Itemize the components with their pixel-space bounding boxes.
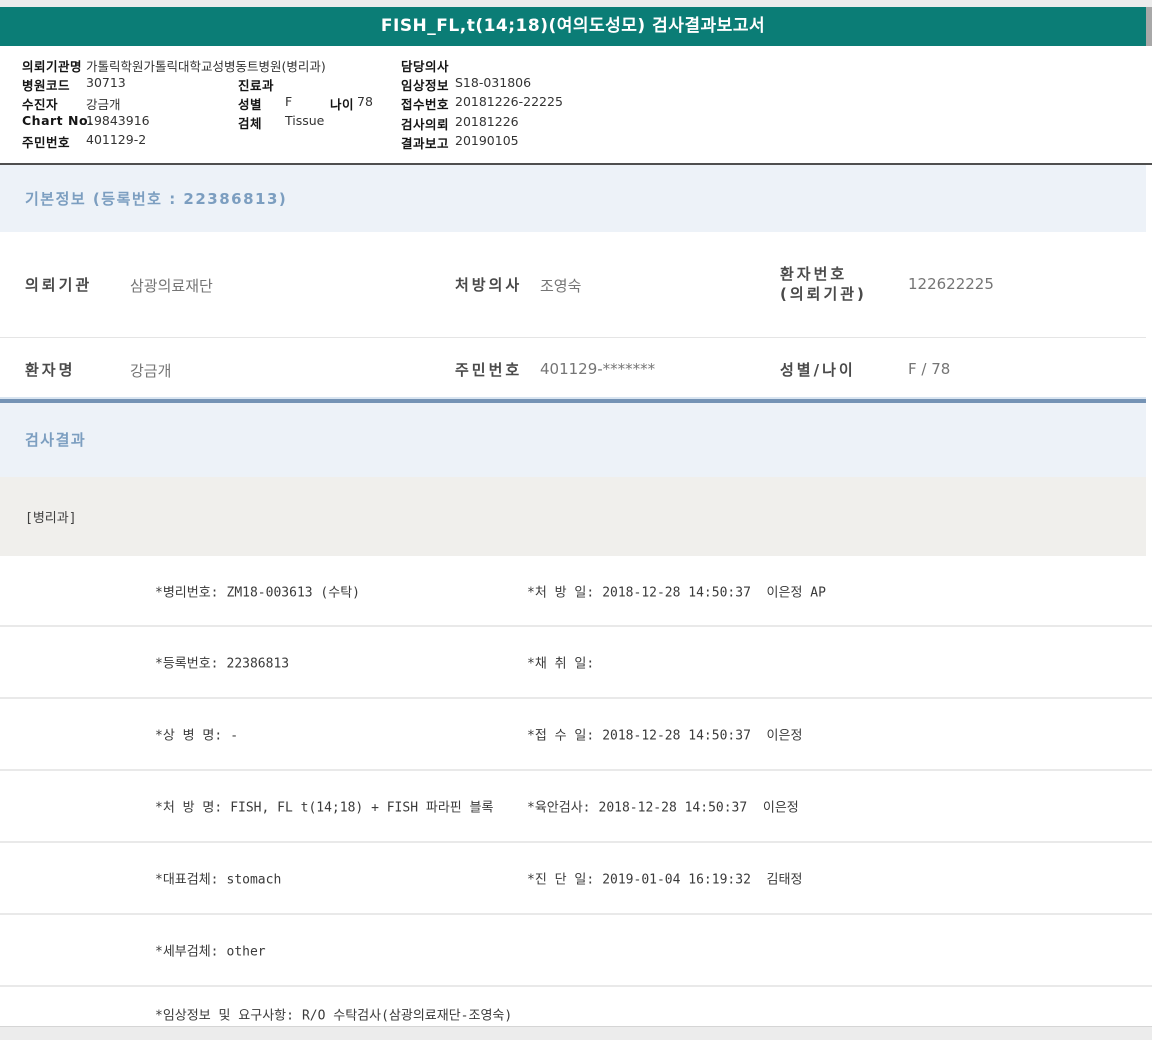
result-right-cell: *채 취 일: <box>527 653 602 672</box>
report-title: FISH_FL,t(14;18)(여의도성모) 검사결과보고서 <box>380 16 766 36</box>
field-value-clinical-info: S18-031806 <box>455 75 532 90</box>
table-label-patient-no-line1: 환자번호 <box>780 265 848 283</box>
field-label-clinical-info: 임상정보 <box>401 78 450 93</box>
result-label: *세부검체: <box>155 944 219 960</box>
result-value: other <box>226 944 266 960</box>
field-label-hospital-code: 병원코드 <box>22 78 71 93</box>
result-label: *임상정보 및 요구사항: <box>155 1008 294 1023</box>
result-value: 2018-12-28 14:50:37 이은정 <box>602 728 803 744</box>
result-value: FISH, FL t(14;18) + FISH 파라핀 블록 <box>230 800 494 816</box>
field-value-examinee: 강금개 <box>86 97 121 112</box>
field-label-result-report: 결과보고 <box>401 136 450 151</box>
field-value-receipt-no: 20181226-22225 <box>455 94 563 109</box>
field-label-test-request: 검사의뢰 <box>401 117 450 132</box>
result-label: *상 병 명: <box>155 728 223 744</box>
result-row-pathology-no: *병리번호: ZM18-003613 (수탁) *처 방 일: 2018-12-28… <box>0 556 1152 625</box>
result-value: stomach <box>226 872 282 888</box>
result-left-cell: *임상정보 및 요구사항: R/O 수탁검사(삼광의료재단-조영숙) <box>155 1004 512 1023</box>
result-row-disease-name: *상 병 명: - *접 수 일: 2018-12-28 14:50:37 이은정 <box>0 697 1152 769</box>
result-left-cell: *세부검체: other <box>155 941 266 960</box>
table-label-prescribing-doctor: 처방의사 <box>455 276 523 294</box>
table-label-patient-no-line2: (의뢰기관) <box>780 285 867 303</box>
result-label: *육안검사: <box>527 800 591 816</box>
field-label-department: 진료과 <box>238 78 275 93</box>
result-label: *대표검체: <box>155 872 219 888</box>
field-label-age: 나이 <box>330 97 355 112</box>
report-page: FISH_FL,t(14;18)(여의도성모) 검사결과보고서 의뢰기관명 가톨… <box>0 0 1152 1040</box>
result-label: *처 방 명: <box>155 800 223 816</box>
table-value-patient-name: 강금개 <box>130 362 172 380</box>
result-label: *등록번호: <box>155 656 219 672</box>
field-value-chart-no: 19843916 <box>86 113 150 128</box>
result-value: 2019-01-04 16:19:32 김태정 <box>602 872 803 888</box>
field-label-sex: 성별 <box>238 97 263 112</box>
result-left-cell: *대표검체: stomach <box>155 869 281 888</box>
field-value-result-report: 20190105 <box>455 133 519 148</box>
page-top-edge <box>0 0 1152 7</box>
result-label: *병리번호: <box>155 585 219 600</box>
result-row-registration-no: *등록번호: 22386813 *채 취 일: <box>0 625 1152 697</box>
table-label-patient-name: 환자명 <box>25 361 76 379</box>
result-left-cell: *처 방 명: FISH, FL t(14;18) + FISH 파라핀 블록 <box>155 797 493 816</box>
page-right-edge <box>1146 7 1152 46</box>
result-row-main-specimen: *대표검체: stomach *진 단 일: 2019-01-04 16:19:32… <box>0 841 1152 913</box>
department-band: [병리과] <box>0 477 1146 556</box>
table-label-sex-age: 성별/나이 <box>780 361 856 379</box>
field-value-sex: F <box>285 94 293 109</box>
report-title-bar: FISH_FL,t(14;18)(여의도성모) 검사결과보고서 <box>0 7 1146 46</box>
table-value-prescribing-doctor: 조영숙 <box>540 277 582 295</box>
table-value-patient-no: 122622225 <box>908 275 994 293</box>
field-value-referring-org: 가톨릭학원가톨릭대학교성병동트병원(병리과) <box>86 59 326 74</box>
field-value-hospital-code: 30713 <box>86 75 126 90</box>
result-value: 2018-12-28 14:50:37 이은정 AP <box>602 585 826 600</box>
page-bottom-edge <box>0 1026 1152 1040</box>
field-label-attending-doctor: 담당의사 <box>401 59 450 74</box>
results-heading: 검사결과 <box>25 431 87 449</box>
field-value-test-request: 20181226 <box>455 114 519 129</box>
basic-info-section-header: 기본정보 (등록번호 : 22386813) <box>0 165 1146 232</box>
result-left-cell: *등록번호: 22386813 <box>155 653 289 672</box>
result-row-order-name: *처 방 명: FISH, FL t(14;18) + FISH 파라핀 블록 *… <box>0 769 1152 841</box>
result-right-cell: *육안검사: 2018-12-28 14:50:37 이은정 <box>527 797 799 816</box>
result-right-cell: *접 수 일: 2018-12-28 14:50:37 이은정 <box>527 725 802 744</box>
result-value: - <box>230 728 239 744</box>
table-label-resident-reg-no: 주민번호 <box>455 361 523 379</box>
result-right-cell: *진 단 일: 2019-01-04 16:19:32 김태정 <box>527 869 802 888</box>
field-value-specimen: Tissue <box>285 113 325 128</box>
field-label-specimen: 검체 <box>238 116 263 131</box>
department-label: [병리과] <box>25 511 77 526</box>
table-value-referring-org: 삼광의료재단 <box>130 277 213 295</box>
result-label: *채 취 일: <box>527 656 595 672</box>
result-right-cell <box>527 943 535 958</box>
result-left-cell: *병리번호: ZM18-003613 (수탁) <box>155 581 360 600</box>
result-value: 22386813 <box>226 656 290 672</box>
field-label-receipt-no: 접수번호 <box>401 97 450 112</box>
field-label-chart-no: Chart No. <box>22 113 94 128</box>
result-label: *처 방 일: <box>527 585 595 600</box>
result-value: 2018-12-28 14:50:37 이은정 <box>598 800 799 816</box>
field-label-referring-org: 의뢰기관명 <box>22 59 83 74</box>
results-section-header: 검사결과 <box>0 403 1146 477</box>
table-value-sex-age: F / 78 <box>908 360 951 378</box>
field-label-resident-no: 주민번호 <box>22 135 71 150</box>
result-label: *진 단 일: <box>527 872 595 888</box>
table-value-resident-reg-no: 401129-******* <box>540 360 656 378</box>
result-left-cell: *상 병 명: - <box>155 725 238 744</box>
result-value: ZM18-003613 (수탁) <box>226 585 361 600</box>
field-value-age: 78 <box>357 94 373 109</box>
table-row-divider <box>0 337 1146 338</box>
result-row-sub-specimen: *세부검체: other <box>0 913 1152 985</box>
basic-info-heading: 기본정보 (등록번호 : 22386813) <box>25 190 288 208</box>
field-label-examinee: 수진자 <box>22 97 59 112</box>
result-value: R/O 수탁검사(삼광의료재단-조영숙) <box>301 1008 513 1023</box>
field-value-resident-no: 401129-2 <box>86 132 147 147</box>
result-right-cell: *처 방 일: 2018-12-28 14:50:37 이은정 AP <box>527 581 826 600</box>
table-label-referring-org: 의뢰기관 <box>25 276 93 294</box>
result-label: *접 수 일: <box>527 728 595 744</box>
